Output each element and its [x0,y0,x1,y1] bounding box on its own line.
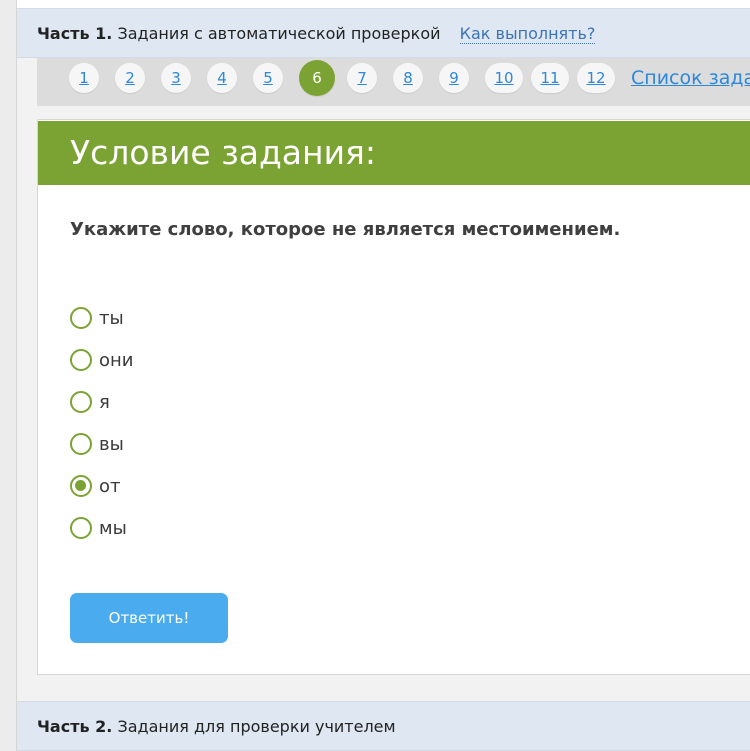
option-label: от [99,475,121,497]
radio-button[interactable] [70,349,92,371]
option-label: вы [99,433,124,455]
page-3-button[interactable]: 3 [161,63,191,93]
page-2-button[interactable]: 2 [115,63,145,93]
page-9-button[interactable]: 9 [439,63,469,93]
page-10-button[interactable]: 10 [485,63,523,93]
task-pager: 1 2 3 4 5 6 7 8 9 10 11 12 Список задан [69,60,750,96]
option-4[interactable]: от [70,465,133,507]
option-label: ты [99,307,124,329]
option-5[interactable]: мы [70,507,133,549]
option-1[interactable]: они [70,339,133,381]
part1-title: Задания с автоматической проверкой [117,23,441,43]
radio-button[interactable] [70,475,92,497]
page-8-button[interactable]: 8 [393,63,423,93]
pager-bar: 1 2 3 4 5 6 7 8 9 10 11 12 Список задан [37,58,750,106]
radio-button[interactable] [70,517,92,539]
how-to-link[interactable]: Как выполнять? [459,23,596,44]
part2-title: Задания для проверки учителем [117,716,396,736]
part1-header: Часть 1. Задания с автоматической провер… [17,8,750,58]
task-question: Укажите слово, которое не является место… [70,219,621,240]
page-5-button[interactable]: 5 [253,63,283,93]
option-0[interactable]: ты [70,297,133,339]
page-1-button[interactable]: 1 [69,63,99,93]
task-header: Условие задания: [38,121,750,185]
task-list-link[interactable]: Список задан [631,67,750,89]
radio-button[interactable] [70,433,92,455]
radio-button[interactable] [70,307,92,329]
page-4-button[interactable]: 4 [207,63,237,93]
radio-button[interactable] [70,391,92,413]
option-label: мы [99,517,127,539]
left-border [0,0,17,751]
page-11-button[interactable]: 11 [531,63,569,93]
page-12-button[interactable]: 12 [577,63,615,93]
page-7-button[interactable]: 7 [347,63,377,93]
option-label: они [99,349,134,371]
option-label: я [99,391,110,413]
part1-prefix: Часть 1. [37,23,113,43]
part2-prefix: Часть 2. [37,716,113,736]
option-2[interactable]: я [70,381,133,423]
option-3[interactable]: вы [70,423,133,465]
answer-options: ты они я вы от мы [70,297,133,549]
task-card: Условие задания: Укажите слово, которое … [37,119,750,675]
page-6-button-current[interactable]: 6 [299,60,335,96]
part2-header: Часть 2. Задания для проверки учителем [17,701,750,751]
submit-answer-button[interactable]: Ответить! [70,593,228,643]
